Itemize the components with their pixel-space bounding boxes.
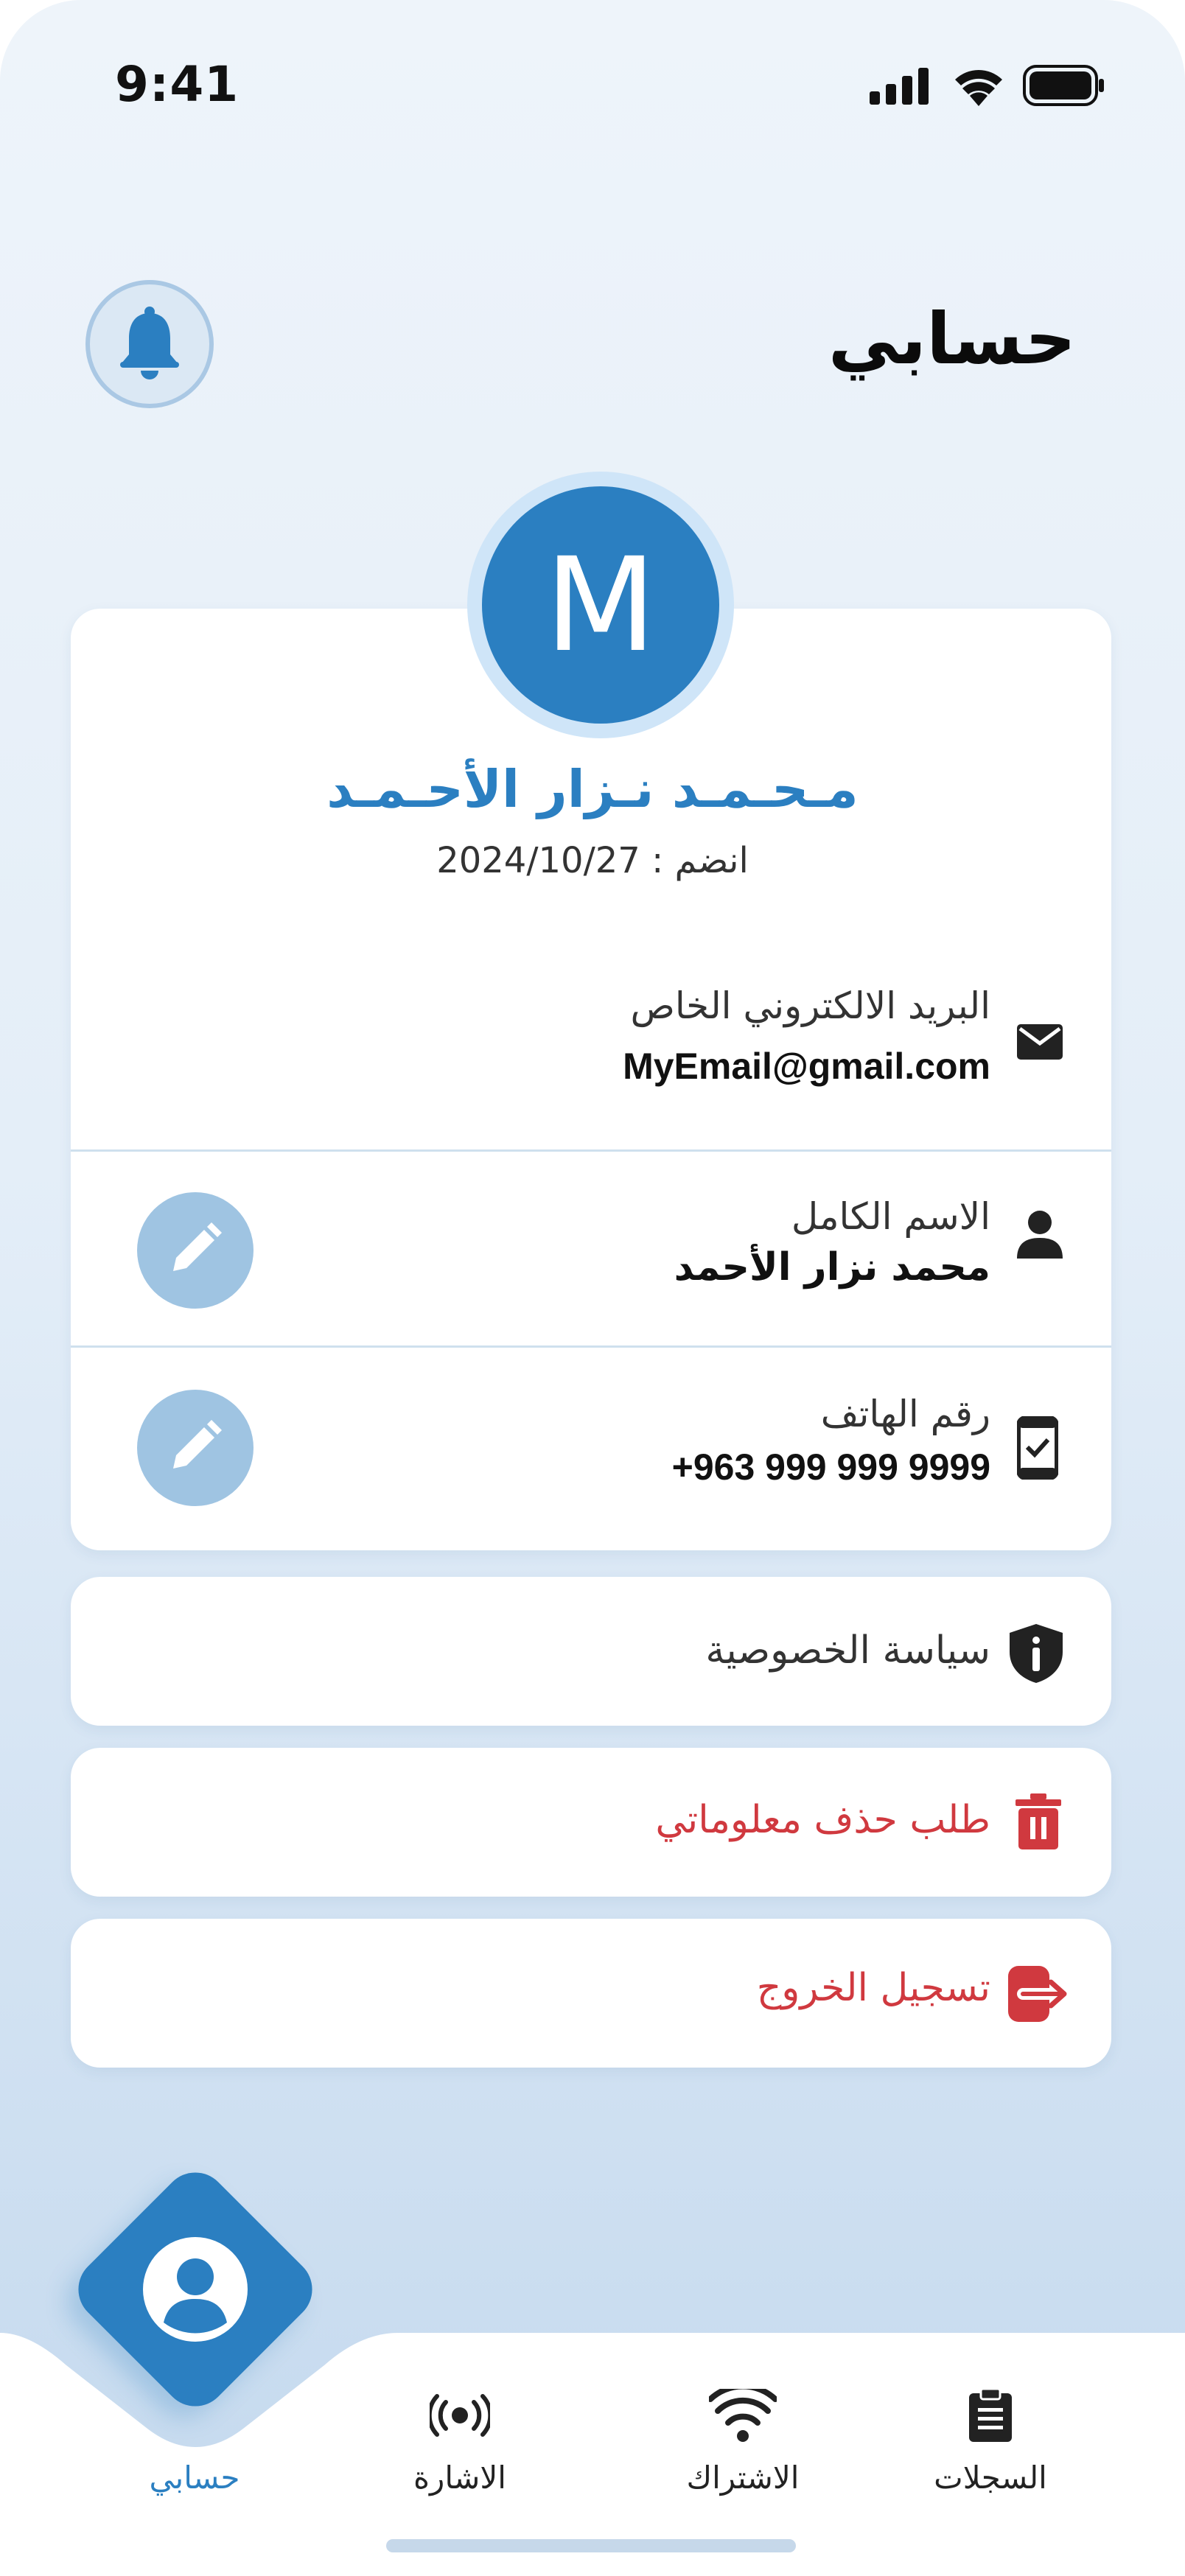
email-label: البريد الالكتروني الخاص [630, 984, 990, 1027]
divider [71, 1345, 1111, 1348]
nav-item-subscription-label: الاشتراك [686, 2460, 800, 2496]
person-icon [1017, 1210, 1063, 1261]
shield-info-icon [1010, 1624, 1063, 1686]
signal-icon [364, 2386, 556, 2445]
clipboard-icon [895, 2386, 1086, 2445]
edit-name-button[interactable] [137, 1192, 254, 1309]
trash-icon [1016, 1793, 1061, 1852]
full-name-label: الاسم الكامل [791, 1195, 990, 1238]
phone-value: +963 999 999 9999 [671, 1446, 990, 1488]
cellular-signal-icon [870, 68, 931, 108]
battery-icon [1023, 65, 1105, 109]
nav-item-subscription[interactable]: الاشتراك [647, 2386, 839, 2496]
joined-date: انضم : 2024/10/27 [436, 840, 749, 881]
nav-item-signal-label: الاشارة [413, 2460, 506, 2496]
pencil-icon [169, 1222, 222, 1278]
nav-item-account[interactable]: حسابي [99, 2460, 290, 2496]
nav-item-records-label: السجلات [934, 2460, 1047, 2496]
full-name-value: محمد نزار الأحمد [674, 1245, 990, 1289]
account-screen: 9:41 حسابي M مـحـمـد نـزار الأحـمـد انضم… [0, 0, 1185, 2576]
privacy-policy-label: سياسة الخصوصية [705, 1628, 990, 1673]
avatar: M [467, 472, 734, 738]
notifications-button[interactable] [85, 280, 214, 408]
status-time: 9:41 [115, 56, 240, 113]
nav-item-records[interactable]: السجلات [895, 2386, 1086, 2496]
user-name: مـحـمـد نـزار الأحـمـد [326, 759, 859, 819]
nav-item-account-label: حسابي [149, 2460, 240, 2496]
logout-label: تسجيل الخروج [756, 1966, 990, 2010]
envelope-icon [1017, 1024, 1063, 1063]
account-icon [133, 2227, 258, 2352]
nav-item-signal[interactable]: الاشارة [364, 2386, 556, 2496]
edit-phone-button[interactable] [137, 1390, 254, 1506]
bell-icon [117, 306, 182, 382]
pencil-icon [169, 1420, 222, 1476]
logout-icon [1008, 1966, 1069, 2025]
divider [71, 1149, 1111, 1152]
page-title: حسابي [828, 298, 1076, 380]
home-indicator [386, 2539, 796, 2552]
phone-label: رقم الهاتف [820, 1393, 990, 1435]
phone-check-icon [1016, 1415, 1059, 1483]
email-value: MyEmail@gmail.com [623, 1046, 990, 1087]
avatar-letter: M [482, 486, 719, 724]
delete-data-label: طلب حذف معلوماتي [655, 1798, 990, 1842]
wifi-icon [647, 2386, 839, 2445]
wifi-status-icon [952, 65, 1005, 109]
